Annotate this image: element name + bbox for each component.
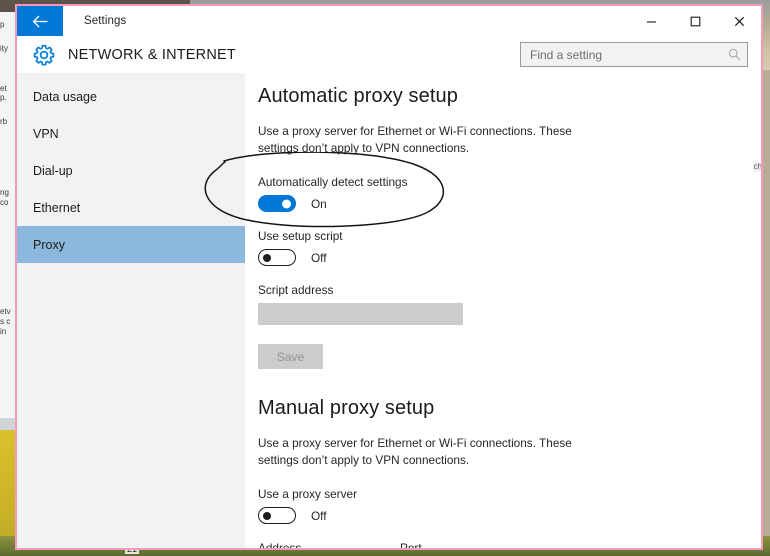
- sidebar-item-vpn[interactable]: VPN: [17, 115, 245, 152]
- setup-script-row: Off: [258, 249, 761, 266]
- port-field-group: Port: [400, 541, 463, 548]
- desktop-background: p ity et p. rb ng co etv s c in 21 Setti…: [0, 0, 770, 556]
- search-box[interactable]: [520, 42, 748, 67]
- background-text-fragment: ity: [0, 44, 8, 53]
- setup-script-state: Off: [311, 250, 327, 265]
- setup-script-label: Use setup script: [258, 229, 343, 243]
- save-button[interactable]: Save: [258, 344, 323, 369]
- address-label: Address: [258, 541, 302, 548]
- auto-detect-state: On: [311, 196, 327, 211]
- toggle-knob: [263, 253, 271, 262]
- search-icon: [728, 48, 741, 61]
- automatic-proxy-description: Use a proxy server for Ethernet or Wi-Fi…: [258, 124, 572, 155]
- sidebar-nav: Data usage VPN Dial-up Ethernet Proxy: [17, 73, 245, 548]
- address-field-group: Address: [258, 541, 388, 548]
- settings-window: Settings NETWORK & INTERNET Find a setti…: [15, 4, 763, 550]
- use-proxy-toggle[interactable]: [258, 507, 296, 524]
- toggle-knob: [263, 511, 271, 520]
- sidebar-item-label: Ethernet: [33, 200, 81, 215]
- background-text-fragment: p.: [0, 93, 7, 102]
- background-text-fragment: ng: [0, 188, 9, 197]
- minimize-button[interactable]: [629, 6, 673, 36]
- back-arrow-icon: [32, 15, 47, 27]
- maximize-button[interactable]: [673, 6, 717, 36]
- auto-detect-row: On: [258, 195, 761, 212]
- toggle-knob: [282, 199, 291, 208]
- page-title: NETWORK & INTERNET: [68, 46, 236, 63]
- manual-proxy-description: Use a proxy server for Ethernet or Wi-Fi…: [258, 436, 572, 467]
- background-text-fragment: in: [0, 327, 7, 336]
- page-header: NETWORK & INTERNET: [17, 36, 761, 73]
- back-button[interactable]: [17, 6, 63, 36]
- sidebar-item-dial-up[interactable]: Dial-up: [17, 152, 245, 189]
- background-text-fragment: et: [0, 84, 7, 93]
- background-text-fragment: rb: [0, 117, 8, 126]
- background-text-fragment: etv: [0, 307, 11, 316]
- sidebar-item-ethernet[interactable]: Ethernet: [17, 189, 245, 226]
- minimize-icon: [646, 20, 656, 23]
- gear-icon: [33, 44, 55, 65]
- use-proxy-row: Off: [258, 507, 761, 524]
- background-window-strip: [0, 12, 16, 422]
- window-title: Settings: [84, 15, 127, 27]
- background-text-fragment: ch: [752, 161, 762, 172]
- sidebar-item-label: Data usage: [33, 89, 97, 104]
- sidebar-item-label: Dial-up: [33, 163, 73, 178]
- script-address-input[interactable]: [258, 303, 463, 325]
- close-button[interactable]: [717, 6, 761, 36]
- maximize-icon: [690, 16, 700, 26]
- setup-script-toggle[interactable]: [258, 249, 296, 266]
- search-input[interactable]: [530, 47, 728, 62]
- close-icon: [734, 16, 744, 26]
- background-text-fragment: s c: [0, 317, 11, 326]
- background-text-fragment: co: [0, 198, 9, 207]
- background-text-fragment: p: [0, 20, 5, 29]
- sidebar-item-data-usage[interactable]: Data usage: [17, 78, 245, 115]
- sidebar-item-label: Proxy: [33, 237, 65, 252]
- window-controls: [629, 6, 761, 36]
- use-proxy-label: Use a proxy server: [258, 487, 357, 501]
- auto-detect-toggle[interactable]: [258, 195, 296, 212]
- address-port-row: Address Port: [258, 541, 761, 548]
- script-address-label: Script address: [258, 283, 334, 297]
- auto-detect-label: Automatically detect settings: [258, 175, 408, 189]
- automatic-proxy-heading: Automatic proxy setup: [258, 85, 458, 107]
- settings-body: Data usage VPN Dial-up Ethernet Proxy Au…: [17, 73, 761, 548]
- port-label: Port: [400, 541, 422, 548]
- manual-proxy-heading: Manual proxy setup: [258, 397, 435, 419]
- sidebar-item-label: VPN: [33, 126, 59, 141]
- use-proxy-state: Off: [311, 508, 327, 523]
- sidebar-item-proxy[interactable]: Proxy: [17, 226, 245, 263]
- title-bar: Settings: [17, 6, 761, 36]
- proxy-settings-panel: Automatic proxy setup Use a proxy server…: [245, 73, 761, 548]
